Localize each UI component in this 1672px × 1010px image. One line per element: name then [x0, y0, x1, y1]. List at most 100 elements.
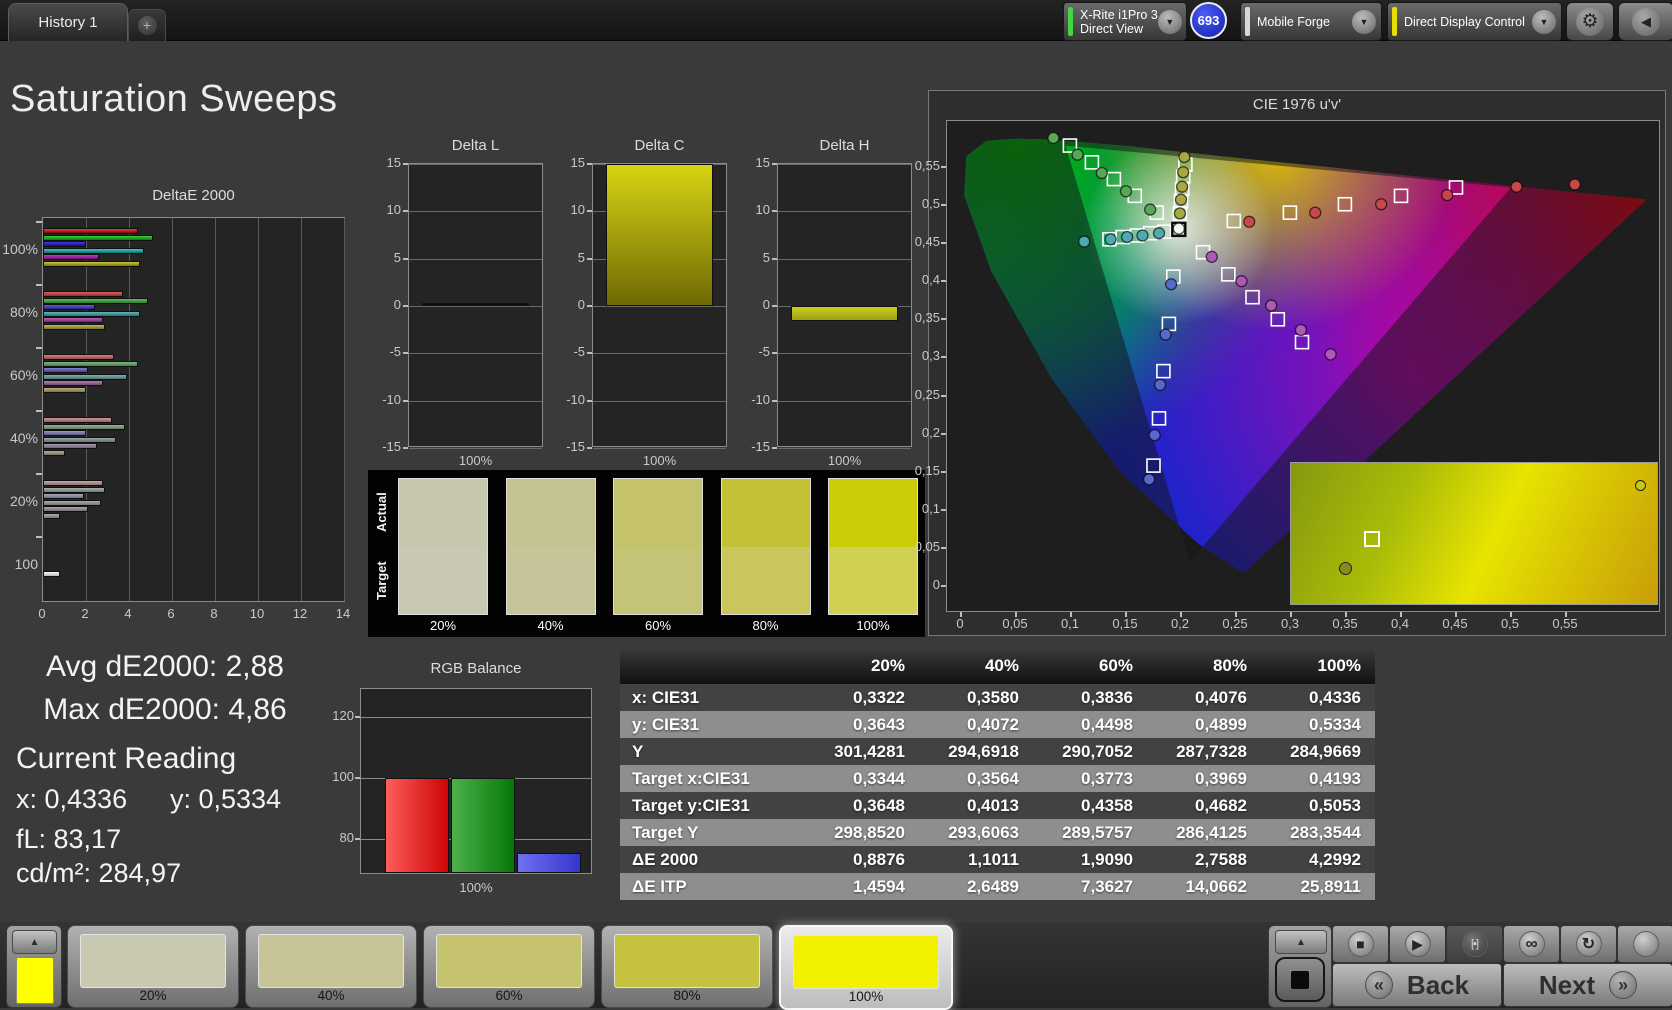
);[interactable]	[43, 506, 89, 513]
magenta-measured-marker	[1324, 348, 1337, 361]
axis-tick	[941, 318, 946, 321]
axis-tick	[941, 242, 946, 245]
current-reading-x: x: 0,4336	[16, 784, 128, 814]
inset-target-marker	[1364, 530, 1381, 547]
grid-line	[593, 353, 726, 355]
);[interactable]	[43, 291, 123, 297]
color-swatch	[505, 478, 596, 615]
meter-panel-expand-button[interactable]: ▲	[1275, 930, 1327, 954]
table-cell: 0,4193	[1261, 765, 1375, 792]
pattern-button-80[interactable]: 80%	[601, 925, 773, 1008]
chevron-down-icon: ▼	[1157, 9, 1182, 34]
pattern-button-60[interactable]: 60%	[423, 925, 595, 1008]
pattern-button-label: 80%	[673, 988, 701, 1003]
table-cell: 286,4125	[1147, 819, 1261, 846]
);[interactable]	[43, 373, 127, 380]
axis-tick	[772, 399, 777, 402]
);[interactable]	[43, 261, 140, 267]
);[interactable]	[43, 367, 89, 374]
bar	[517, 853, 581, 873]
play-button[interactable]: ▶	[1389, 925, 1446, 963]
meter-control-panel: ▲	[1268, 925, 1332, 1008]
cie-y-tick-label: 0,15	[914, 462, 940, 478]
back-button[interactable]: « Back	[1332, 963, 1502, 1007]
grid-line	[778, 400, 911, 402]
pattern-button-100[interactable]: 100%	[779, 925, 953, 1010]
table-cell: 0,5053	[1261, 792, 1375, 819]
axis-tick	[941, 356, 946, 359]
);[interactable]	[43, 387, 86, 393]
cyan-measured-marker	[1120, 230, 1134, 244]
);[interactable]	[43, 486, 106, 493]
pattern-button-20[interactable]: 20%	[67, 925, 239, 1008]
axis-tick	[403, 446, 408, 449]
pattern-window-expand-button[interactable]: ▲	[12, 930, 57, 954]
);[interactable]	[43, 304, 95, 311]
);[interactable]	[43, 417, 112, 423]
);[interactable]	[43, 436, 117, 443]
table-cell: 0,3969	[1147, 765, 1261, 792]
);[interactable]	[43, 513, 61, 519]
stop-button[interactable]: ■	[1332, 925, 1389, 963]
);[interactable]	[43, 228, 138, 234]
pattern-button-40[interactable]: 40%	[245, 925, 417, 1008]
);[interactable]	[43, 430, 86, 437]
);[interactable]	[43, 247, 145, 254]
continuous-measure-button[interactable]: ∞	[1503, 925, 1560, 963]
axis-tick	[941, 546, 946, 549]
);[interactable]	[43, 480, 104, 486]
white-point-measured-marker	[1172, 222, 1185, 235]
source-dropdown[interactable]: Mobile Forge ▼	[1240, 2, 1382, 41]
blue-measured-marker	[1153, 378, 1167, 391]
);[interactable]	[43, 234, 153, 241]
axis-tick	[772, 163, 777, 165]
current-reading-y: y: 0,5334	[170, 784, 282, 814]
);[interactable]	[43, 499, 102, 506]
);[interactable]	[43, 493, 84, 500]
);[interactable]	[43, 241, 86, 248]
table-column-header: 20%	[805, 648, 919, 684]
table-cell: 0,3643	[805, 711, 919, 738]
);[interactable]	[43, 354, 114, 360]
pattern-window-panel: ▲	[6, 925, 62, 1008]
x-tick-label: 14	[335, 606, 351, 621]
source-status-strip	[1245, 7, 1250, 36]
next-button[interactable]: Next »	[1503, 963, 1672, 1007]
table-cell: 294,6918	[919, 738, 1033, 765]
swatch-label: 20%	[429, 618, 457, 633]
axis-tick	[355, 838, 360, 841]
settings-button[interactable]: ⚙	[1566, 2, 1614, 41]
table-cell: 0,3648	[805, 792, 919, 819]
table-cell: 0,3564	[919, 765, 1033, 792]
add-tab-button[interactable]: +	[128, 9, 166, 41]
);[interactable]	[43, 380, 104, 387]
);[interactable]	[43, 317, 104, 324]
meter-status-strip	[1068, 7, 1073, 36]
axis-tick	[1125, 612, 1127, 617]
collapse-panel-button[interactable]: ◀	[1618, 2, 1672, 41]
);[interactable]	[43, 254, 99, 261]
chevron-left-icon: ◀	[1632, 7, 1660, 36]
);[interactable]	[43, 324, 106, 330]
);[interactable]	[43, 571, 61, 577]
);[interactable]	[43, 450, 65, 456]
table-cell: 287,7328	[1147, 738, 1261, 765]
cie-y-tick-label: 0,3	[921, 348, 940, 364]
table-cell: 0,4336	[1261, 684, 1375, 711]
);[interactable]	[43, 443, 97, 450]
);[interactable]	[43, 360, 138, 367]
meter-dropdown[interactable]: X-Rite i1Pro 3 Direct View ▼	[1063, 2, 1187, 41]
workflow-dropdown[interactable]: Direct Display Control ▼	[1387, 2, 1562, 41]
tab-history-1[interactable]: History 1	[8, 3, 128, 41]
grid-line	[409, 211, 542, 213]
);[interactable]	[43, 423, 125, 430]
stop-measure-button[interactable]	[1275, 957, 1325, 1002]
);[interactable]	[43, 310, 140, 317]
record-button[interactable]	[1617, 925, 1672, 963]
refresh-button[interactable]: ↻	[1560, 925, 1617, 963]
);[interactable]	[43, 297, 149, 304]
measure-once-button[interactable]: [▪]	[1446, 925, 1503, 963]
current-pattern-swatch[interactable]	[16, 957, 54, 1004]
current-reading-header: Current Reading	[16, 742, 237, 775]
y-tick-label: 80	[339, 830, 354, 846]
